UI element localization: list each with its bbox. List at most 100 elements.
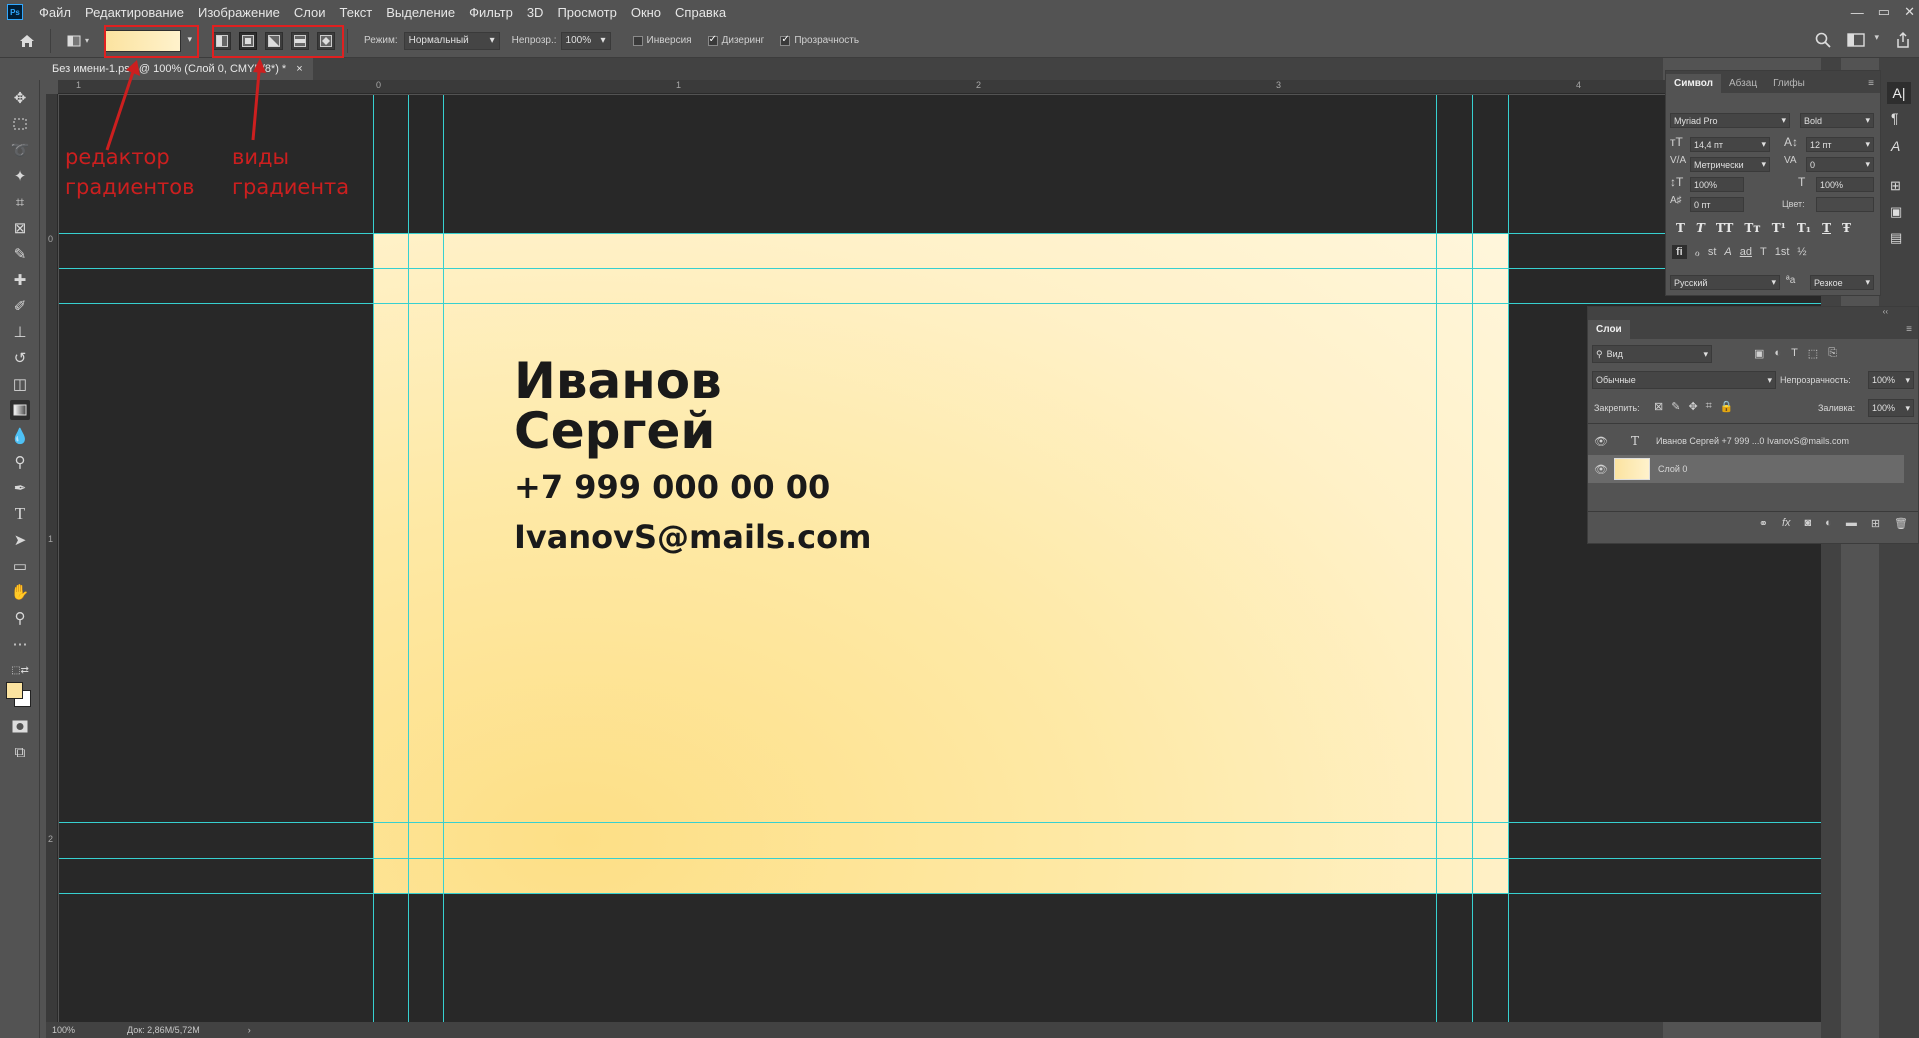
zoom-level[interactable]: 100%: [52, 1025, 75, 1035]
glyphs-panel-icon[interactable]: A: [1891, 138, 1900, 154]
tab-paragraph[interactable]: Абзац: [1721, 74, 1765, 93]
tracking-value: 0: [1810, 159, 1816, 170]
chevron-down-icon: ▾: [1865, 139, 1870, 149]
chevron-down-icon: ▾: [1771, 277, 1776, 287]
libraries-panel-icon[interactable]: ⊞: [1890, 178, 1901, 194]
baseline-shift-field[interactable]: 0 пт: [1690, 197, 1744, 212]
language-select[interactable]: Русский ▾: [1670, 275, 1780, 290]
layer-opacity-value: 100%: [1872, 375, 1896, 385]
lock-all-icon[interactable]: 🔒: [1720, 400, 1734, 413]
eye-icon[interactable]: 👁: [1594, 462, 1608, 476]
tab-layers[interactable]: Слои: [1588, 320, 1630, 339]
small-caps-button[interactable]: Tт: [1744, 221, 1760, 235]
horizontal-scale-value: 100%: [1820, 179, 1844, 190]
pixel-filter-icon[interactable]: ▣: [1754, 347, 1764, 360]
layers-panel-tabs: Слои ≡: [1588, 317, 1918, 339]
status-bar: 100% Док: 2,86M/5,72M ›: [46, 1022, 1663, 1038]
character-panel-tabs: Символ Абзац Глифы ≡: [1666, 71, 1880, 93]
font-size-field[interactable]: 14,4 пт ▾: [1690, 137, 1770, 152]
fx-icon[interactable]: fx: [1782, 517, 1791, 530]
blend-mode-value: Обычные: [1596, 375, 1636, 385]
tab-character[interactable]: Символ: [1666, 74, 1721, 93]
antialias-value: Резкое: [1814, 277, 1843, 288]
layer-opacity-field[interactable]: 100% ▾: [1868, 371, 1914, 389]
adjustment-layer-icon[interactable]: ◐: [1825, 517, 1832, 530]
titling-button[interactable]: T: [1760, 246, 1767, 258]
lock-artboard-icon[interactable]: ⌗: [1706, 400, 1712, 413]
underline-button[interactable]: T: [1822, 221, 1831, 235]
baseline-shift-icon: A♯: [1670, 195, 1682, 206]
smart-object-filter-icon[interactable]: ⎘: [1828, 347, 1837, 360]
shape-filter-icon[interactable]: ⬚: [1808, 347, 1818, 360]
leading-field[interactable]: 12 пт ▾: [1806, 137, 1874, 152]
lock-pixels-icon[interactable]: ✎: [1671, 400, 1680, 413]
font-style-select[interactable]: Bold ▾: [1800, 113, 1874, 128]
vertical-scale-icon: ↕T: [1670, 175, 1684, 189]
faux-italic-button[interactable]: T: [1696, 221, 1705, 235]
tracking-icon: VA: [1784, 155, 1797, 166]
discretionary-ligatures-button[interactable]: ℴ: [1695, 246, 1700, 259]
character-panel-icon[interactable]: A|: [1887, 82, 1911, 104]
layer-name[interactable]: Слой 0: [1658, 464, 1687, 474]
divider: [1588, 423, 1918, 424]
fractions-button[interactable]: ½: [1797, 246, 1806, 258]
vertical-scale-field[interactable]: 100%: [1690, 177, 1744, 192]
horizontal-scale-field[interactable]: 100%: [1816, 177, 1874, 192]
horizontal-scale-icon: T: [1798, 175, 1806, 189]
collapsed-panel-dock: A| ¶ A ⊞ ▣ ▤: [1879, 58, 1919, 1038]
chevron-right-icon[interactable]: ›: [248, 1025, 251, 1035]
text-color-swatch[interactable]: [1816, 197, 1874, 212]
font-size-icon: ᴛT: [1670, 135, 1683, 149]
opentype-buttons: fi ℴ st A ad T 1st ½: [1672, 245, 1807, 259]
layer-filter-buttons: ▣ ◐ T ⬚ ⎘: [1754, 347, 1837, 360]
add-mask-icon[interactable]: ◙: [1805, 517, 1812, 530]
ordinals-button[interactable]: 1st: [1775, 246, 1790, 258]
ligatures-button[interactable]: fi: [1672, 245, 1687, 259]
paragraph-panel-icon[interactable]: ¶: [1891, 110, 1899, 126]
fill-field[interactable]: 100% ▾: [1868, 399, 1914, 417]
text-layer-icon: T: [1630, 434, 1639, 448]
lock-position-icon[interactable]: ✥: [1688, 400, 1697, 413]
swash-button[interactable]: A: [1724, 246, 1731, 258]
type-filter-icon[interactable]: T: [1791, 347, 1798, 360]
all-caps-button[interactable]: TT: [1716, 221, 1733, 235]
antialias-icon: ªa: [1786, 275, 1796, 286]
font-family-select[interactable]: Myriad Pro ▾: [1670, 113, 1790, 128]
properties-panel-icon[interactable]: ▣: [1890, 204, 1902, 220]
link-layers-icon[interactable]: ⚭: [1759, 517, 1768, 530]
tab-glyphs[interactable]: Глифы: [1765, 74, 1813, 93]
new-group-icon[interactable]: ▬: [1846, 517, 1857, 530]
panel-menu-icon[interactable]: ≡: [1900, 320, 1918, 339]
lock-buttons: ⊠ ✎ ✥ ⌗ 🔒: [1654, 400, 1734, 413]
chevron-down-icon: ▾: [1905, 374, 1910, 385]
chevron-down-icon: ▾: [1761, 159, 1766, 169]
antialias-select[interactable]: Резкое ▾: [1810, 275, 1874, 290]
panel-collapse-bar[interactable]: ‹‹: [1588, 307, 1918, 317]
baseline-shift-value: 0 пт: [1694, 199, 1711, 210]
tracking-field[interactable]: 0 ▾: [1806, 157, 1874, 172]
layer-row[interactable]: 👁 T Иванов Сергей +7 999 ...0 IvanovS@ma…: [1588, 427, 1908, 455]
new-layer-icon[interactable]: ⊞: [1871, 517, 1880, 530]
blend-mode-select[interactable]: Обычные ▾: [1592, 371, 1776, 389]
old-style-button[interactable]: st: [1708, 246, 1717, 258]
faux-bold-button[interactable]: T: [1676, 221, 1685, 235]
lock-transparency-icon[interactable]: ⊠: [1654, 400, 1663, 413]
eye-icon[interactable]: 👁: [1594, 434, 1608, 448]
adjustment-filter-icon[interactable]: ◐: [1774, 347, 1781, 360]
layer-filter-select[interactable]: ⚲ Вид ▾: [1592, 345, 1712, 363]
strikethrough-button[interactable]: Ŧ: [1842, 221, 1851, 235]
panel-menu-icon[interactable]: ≡: [1862, 74, 1880, 93]
font-family-value: Myriad Pro: [1674, 115, 1718, 126]
adjustments-panel-icon[interactable]: ▤: [1890, 230, 1902, 246]
foreground-color-swatch[interactable]: [6, 682, 23, 699]
stylistic-alternates-button[interactable]: ad: [1740, 246, 1752, 258]
vertical-scale-value: 100%: [1694, 179, 1718, 190]
subscript-button[interactable]: T₁: [1797, 221, 1811, 235]
delete-layer-icon[interactable]: 🗑: [1894, 517, 1908, 530]
layer-name[interactable]: Иванов Сергей +7 999 ...0 IvanovS@mails.…: [1656, 436, 1849, 446]
kerning-select[interactable]: Метрически ▾: [1690, 157, 1770, 172]
layer-row-selected[interactable]: 👁 Слой 0: [1588, 455, 1904, 483]
superscript-button[interactable]: T¹: [1772, 221, 1786, 235]
lock-label: Закрепить:: [1594, 403, 1640, 413]
font-style-value: Bold: [1804, 115, 1823, 126]
